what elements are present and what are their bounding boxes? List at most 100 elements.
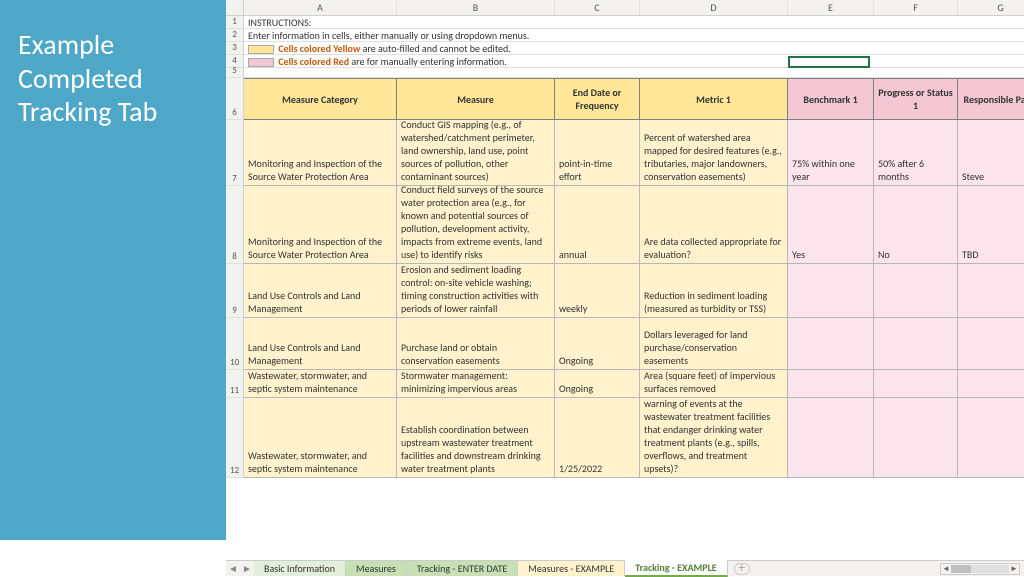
cell-E7[interactable]: 75% within one year (788, 120, 874, 185)
cell-C9[interactable]: weekly (555, 264, 640, 317)
col-header-D[interactable]: D (640, 0, 788, 15)
cell-D9[interactable]: Reduction in sediment loading (measured … (640, 264, 788, 317)
spreadsheet-area: A B C D E F G 123456789101112 INSTRUCTIO… (226, 0, 1024, 560)
title-line-3: Tracking Tab (18, 94, 157, 129)
cell-D10[interactable]: Dollars leveraged for land purchase/cons… (640, 318, 788, 369)
cell-F7[interactable]: 50% after 6 months (874, 120, 958, 185)
yellow-legend: Cells colored Yellow are auto-filled and… (244, 42, 515, 55)
scroll-left-icon[interactable]: ◄ (941, 564, 951, 574)
cell-A10[interactable]: Land Use Controls and Land Management (244, 318, 397, 369)
row-5[interactable] (244, 68, 1024, 78)
row-number[interactable]: 1 (226, 16, 244, 29)
cell-D12[interactable]: Are there agreements regarding warning o… (640, 398, 788, 477)
row-number[interactable]: 5 (226, 68, 244, 78)
cell-G11[interactable] (958, 370, 1024, 397)
sheet-tab-bar: ◄ ► Basic Information Measures Tracking … (226, 560, 1024, 576)
select-all-corner[interactable] (226, 0, 244, 15)
scroll-right-icon[interactable]: ► (1009, 564, 1019, 574)
row-1[interactable]: INSTRUCTIONS: (244, 16, 1024, 29)
row-number[interactable]: 6 (226, 78, 244, 120)
cell-A12[interactable]: Wastewater, stormwater, and septic syste… (244, 398, 397, 477)
cell-B8[interactable]: Conduct field surveys of the source wate… (397, 186, 555, 263)
cell-E9[interactable] (788, 264, 874, 317)
yellow-swatch (248, 45, 274, 54)
yellow-legend-rest: are auto-filled and cannot be edited. (360, 42, 510, 55)
row-3[interactable]: Cells colored Yellow are auto-filled and… (244, 42, 1024, 55)
cell-A11[interactable]: Wastewater, stormwater, and septic syste… (244, 370, 397, 397)
cell-F10[interactable] (874, 318, 958, 369)
cell-A7[interactable]: Monitoring and Inspection of the Source … (244, 120, 397, 185)
header-measure[interactable]: Measure (397, 79, 555, 119)
cell-E10[interactable] (788, 318, 874, 369)
row-number[interactable]: 7 (226, 120, 244, 186)
tab-nav-prev-icon[interactable]: ◄ (226, 562, 240, 575)
cell-G12[interactable] (958, 398, 1024, 477)
slide-title-block: Example Completed Tracking Tab (0, 0, 226, 540)
col-header-E[interactable]: E (788, 0, 874, 15)
tab-tracking-example[interactable]: Tracking - EXAMPLE (625, 560, 727, 577)
tab-basic-information[interactable]: Basic Information (254, 561, 346, 576)
row-number[interactable]: 10 (226, 318, 244, 370)
row-number[interactable]: 11 (226, 370, 244, 398)
row-number[interactable]: 2 (226, 29, 244, 42)
grid: 123456789101112 INSTRUCTIONS: Enter info… (226, 16, 1024, 478)
row-number[interactable]: 8 (226, 186, 244, 264)
tab-measures-example[interactable]: Measures - EXAMPLE (518, 561, 625, 576)
header-end-date[interactable]: End Date or Frequency (555, 79, 640, 119)
cell-B9[interactable]: Erosion and sediment loading control: on… (397, 264, 555, 317)
col-header-B[interactable]: B (397, 0, 555, 15)
instructions-line: Enter information in cells, either manua… (244, 29, 533, 42)
cell-G10[interactable] (958, 318, 1024, 369)
cell-E11[interactable] (788, 370, 874, 397)
tab-measures[interactable]: Measures (346, 561, 407, 576)
cell-F11[interactable] (874, 370, 958, 397)
cell-A9[interactable]: Land Use Controls and Land Management (244, 264, 397, 317)
row-2[interactable]: Enter information in cells, either manua… (244, 29, 1024, 42)
cell-F12[interactable] (874, 398, 958, 477)
cells-area: INSTRUCTIONS: Enter information in cells… (244, 16, 1024, 478)
cell-E8[interactable]: Yes (788, 186, 874, 263)
cell-G9[interactable] (958, 264, 1024, 317)
row-number[interactable]: 12 (226, 398, 244, 478)
tab-nav-next-icon[interactable]: ► (240, 562, 254, 575)
cell-B7[interactable]: Conduct GIS mapping (e.g., of watershed/… (397, 120, 555, 185)
scroll-thumb[interactable] (951, 565, 971, 573)
header-progress-1[interactable]: Progress or Status 1 (874, 79, 958, 119)
table-row: Wastewater, stormwater, and septic syste… (244, 398, 1024, 478)
cell-B12[interactable]: Establish coordination between upstream … (397, 398, 555, 477)
cell-C11[interactable]: Ongoing (555, 370, 640, 397)
header-metric-1[interactable]: Metric 1 (640, 79, 788, 119)
col-header-G[interactable]: G (958, 0, 1024, 15)
cell-D11[interactable]: Area (square feet) of impervious surface… (640, 370, 788, 397)
cell-B11[interactable]: Stormwater management: minimizing imperv… (397, 370, 555, 397)
row-4[interactable]: Cells colored Red are for manually enter… (244, 55, 1024, 68)
scroll-track[interactable] (951, 565, 1009, 573)
header-measure-category[interactable]: Measure Category (244, 79, 397, 119)
cell-F8[interactable]: No (874, 186, 958, 263)
col-header-F[interactable]: F (874, 0, 958, 15)
cell-E12[interactable] (788, 398, 874, 477)
col-header-C[interactable]: C (555, 0, 640, 15)
row-number[interactable]: 3 (226, 42, 244, 55)
cell-D8[interactable]: Are data collected appropriate for evalu… (640, 186, 788, 263)
row-number[interactable]: 9 (226, 264, 244, 318)
red-legend-label: Cells colored Red (278, 55, 349, 68)
tab-tracking-enter-date[interactable]: Tracking - ENTER DATE (407, 561, 519, 576)
cell-C8[interactable]: annual (555, 186, 640, 263)
cell-B10[interactable]: Purchase land or obtain conservation eas… (397, 318, 555, 369)
horizontal-scrollbar[interactable]: ◄ ► (940, 563, 1020, 575)
header-benchmark-1[interactable]: Benchmark 1 (788, 79, 874, 119)
cell-C10[interactable]: Ongoing (555, 318, 640, 369)
col-header-A[interactable]: A (244, 0, 397, 15)
header-responsible[interactable]: Responsible Party (958, 79, 1024, 119)
slide-title: Example Completed Tracking Tab (18, 28, 208, 129)
add-sheet-button[interactable]: ＋ (734, 563, 750, 575)
cell-C12[interactable]: 1/25/2022 (555, 398, 640, 477)
cell-A8[interactable]: Monitoring and Inspection of the Source … (244, 186, 397, 263)
cell-D7[interactable]: Percent of watershed area mapped for des… (640, 120, 788, 185)
cell-C7[interactable]: point-in-time effort (555, 120, 640, 185)
cell-G7[interactable]: Steve (958, 120, 1024, 185)
cell-G8[interactable]: TBD (958, 186, 1024, 263)
cell-F9[interactable] (874, 264, 958, 317)
red-legend: Cells colored Red are for manually enter… (244, 55, 511, 68)
